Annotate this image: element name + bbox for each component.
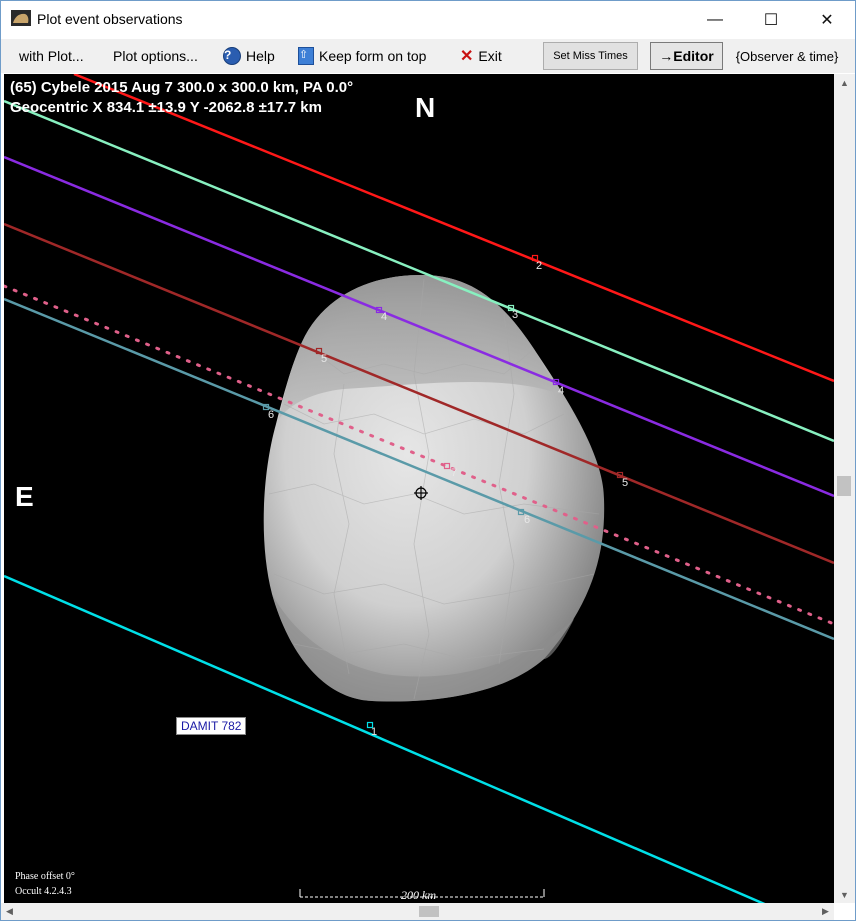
chord-label-4a: 4	[381, 311, 388, 323]
chord-label-1: 1	[371, 726, 378, 738]
damit-model-label: DAMIT 782	[176, 717, 247, 735]
title-bar: Plot event observations — ☐ ✕	[1, 1, 855, 39]
phase-offset-label: Phase offset 0°	[15, 871, 75, 882]
vertical-scrollbar[interactable]: ▲ ▼	[834, 74, 855, 903]
minimize-button[interactable]: —	[687, 1, 743, 39]
scroll-up-button[interactable]: ▲	[834, 74, 855, 91]
menu-keep-on-top[interactable]: ⇧ Keep form on top	[298, 39, 426, 73]
plot-canvas	[4, 74, 834, 903]
window-title: Plot event observations	[37, 11, 183, 27]
scroll-down-button[interactable]: ▼	[834, 886, 855, 903]
menu-exit-label: Exit	[478, 48, 502, 64]
menu-help-label: Help	[246, 48, 275, 64]
menu-bar: with Plot... Plot options... ? Help ⇧ Ke…	[1, 39, 855, 73]
horizontal-scroll-thumb[interactable]	[419, 906, 439, 917]
close-button[interactable]: ✕	[799, 1, 855, 39]
horizontal-scrollbar[interactable]: ◀ ▶	[1, 903, 834, 920]
east-label: E	[15, 481, 34, 512]
chord-label-2: 2	[536, 260, 543, 272]
north-label: N	[415, 92, 436, 123]
chord-label-7: 7	[451, 467, 458, 479]
plot-header-coords: Geocentric X 834.1 ±13.9 Y -2062.8 ±17.7…	[10, 99, 322, 116]
chord-label-5a: 5	[321, 353, 328, 365]
menu-exit[interactable]: ✕ Exit	[460, 39, 502, 73]
chord-label-3: 3	[512, 309, 519, 321]
scroll-left-button[interactable]: ◀	[1, 903, 18, 920]
plot-event-window: Plot event observations — ☐ ✕ with Plot.…	[0, 0, 856, 921]
keep-on-top-icon: ⇧	[298, 47, 314, 65]
chord-label-6a: 6	[268, 409, 275, 421]
exit-icon: ✕	[460, 48, 474, 65]
app-icon	[11, 10, 31, 26]
menu-keep-on-top-label: Keep form on top	[319, 48, 427, 64]
chord-label-5b: 5	[622, 477, 629, 489]
help-icon: ?	[223, 47, 241, 65]
menu-with-plot[interactable]: with Plot...	[19, 39, 84, 73]
scroll-right-button[interactable]: ▶	[817, 903, 834, 920]
version-label: Occult 4.2.4.3	[15, 886, 72, 897]
asteroid-shape	[263, 274, 605, 702]
vertical-scroll-thumb[interactable]	[837, 476, 851, 496]
chord-label-4b: 4	[558, 385, 565, 397]
maximize-button[interactable]: ☐	[743, 1, 799, 39]
set-miss-times-button[interactable]: Set Miss Times	[543, 42, 638, 70]
observer-time-button[interactable]: {Observer & time}	[731, 42, 843, 70]
menu-help[interactable]: ? Help	[223, 39, 275, 73]
editor-button[interactable]: →Editor	[650, 42, 723, 70]
chord-label-6b: 6	[524, 514, 531, 526]
menu-plot-options[interactable]: Plot options...	[113, 39, 198, 73]
scale-label: 200 km	[401, 888, 436, 902]
plot-header-title: (65) Cybele 2015 Aug 7 300.0 x 300.0 km,…	[10, 79, 354, 96]
occultation-plot[interactable]: (65) Cybele 2015 Aug 7 300.0 x 300.0 km,…	[4, 74, 834, 903]
